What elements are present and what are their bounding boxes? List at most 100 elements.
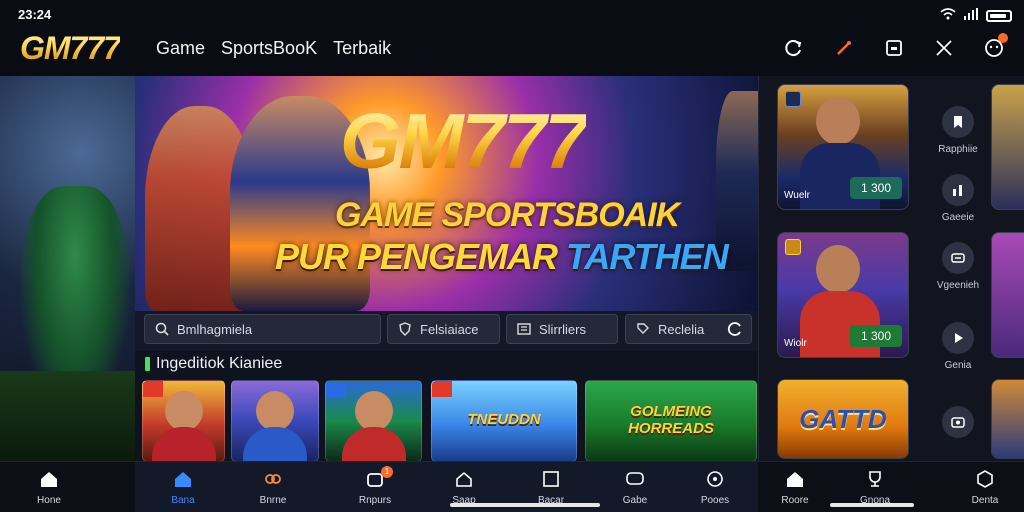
bottom-nav-rnpurs[interactable]: 1 Rnpurs <box>345 466 405 506</box>
quick-label: Rapphiie <box>938 144 978 155</box>
bottom-nav-bnrne[interactable]: Bnrne <box>243 468 303 506</box>
search-input[interactable]: Bmlhagmiela <box>144 314 381 344</box>
game-card-title: TNEUDDN <box>467 411 541 428</box>
hero-subtitle-1: GAME SPORTSBOAIK <box>335 196 680 234</box>
hero-banner[interactable]: GM777 GAME SPORTSBOAIK PUR PENGEMAR TART… <box>135 76 758 311</box>
filter-shield[interactable]: Felsiaiace <box>387 314 500 344</box>
game-card[interactable]: GOLMEING HORREADS <box>585 380 757 462</box>
player-body <box>151 427 216 461</box>
quick-label: Vgeenieh <box>936 280 980 291</box>
trophy-icon <box>864 468 886 490</box>
filter-bar: Bmlhagmiela Felsiaiace Slirrliers Reclel… <box>135 311 758 351</box>
bottom-nav-saap[interactable]: Saap <box>434 468 494 506</box>
pen-icon[interactable] <box>832 36 856 60</box>
square-icon <box>540 468 562 490</box>
featured-card[interactable]: Wuelr 1 300 <box>777 84 909 210</box>
notification-badge: 1 <box>381 466 393 478</box>
nav-link-terbaik[interactable]: Terbaik <box>333 38 391 59</box>
expand-icon[interactable] <box>932 36 956 60</box>
quick-action[interactable]: Genia <box>923 322 993 371</box>
bottom-nav-denta[interactable]: Denta <box>955 468 1015 506</box>
filter-recent[interactable]: Reclelia <box>625 314 752 344</box>
card-title: GATTD <box>799 404 887 434</box>
edge-card[interactable] <box>991 84 1024 210</box>
tag-icon <box>637 323 649 334</box>
hero-subtitle-2a: PUR PENGEMAR <box>275 236 558 277</box>
edge-card[interactable] <box>991 232 1024 358</box>
quick-action[interactable]: Gaeeie <box>923 174 993 223</box>
nav-link-sportsbook[interactable]: SportsBooK <box>221 38 317 59</box>
section-title-text: Ingeditiok Kianiee <box>156 355 283 372</box>
card-label: Wiolr <box>784 338 807 349</box>
chart-icon <box>942 174 974 206</box>
camera-icon <box>942 406 974 438</box>
bottom-nav-pooes[interactable]: Pooes <box>685 468 745 506</box>
game-card[interactable]: TNEUDDN <box>431 380 577 462</box>
section-title: Ingeditiok Kianiee <box>145 355 282 373</box>
wallet-icon[interactable] <box>882 36 906 60</box>
nav-link-game[interactable]: Game <box>156 38 205 59</box>
home-icon <box>784 468 806 490</box>
filter-recent-inner: Reclelia <box>636 322 704 337</box>
featured-card[interactable]: GATTD <box>777 379 909 459</box>
price-button[interactable]: 1 300 <box>850 177 902 199</box>
card-label: Wuelr <box>784 190 810 201</box>
game-section: Ingeditiok Kianiee TNEUDDN GOLMEING HORR… <box>135 351 758 466</box>
bottom-nav-label: Gabe <box>622 495 648 506</box>
player-face <box>816 97 860 145</box>
bottom-nav-label: Rnpurs <box>358 495 392 506</box>
player-body <box>341 427 406 461</box>
search-icon <box>155 322 169 336</box>
player-body <box>243 427 307 461</box>
profile-badge <box>998 33 1008 43</box>
edge-card[interactable] <box>991 379 1024 459</box>
ticket-icon <box>942 242 974 274</box>
hero-subtitle-2: PUR PENGEMAR TARTHEN <box>275 236 729 278</box>
shield-icon <box>399 322 411 336</box>
card-badge <box>785 91 801 107</box>
brand-logo[interactable]: GM777 <box>20 30 121 67</box>
filter-list[interactable]: Slirrliers <box>506 314 618 344</box>
gamepad-icon <box>262 468 284 490</box>
bottom-nav-bana[interactable]: Bana <box>153 468 213 506</box>
status-time: 23:24 <box>18 7 52 22</box>
hot-tag <box>432 381 452 397</box>
bottom-nav-label: Denta <box>971 495 999 506</box>
status-bar: 23:24 <box>0 0 1024 30</box>
quick-action[interactable]: Rapphiie <box>923 106 993 155</box>
game-card[interactable] <box>325 380 422 462</box>
quick-action[interactable] <box>923 406 993 444</box>
player-face <box>164 391 203 431</box>
bottom-nav-gabe[interactable]: Gabe <box>605 468 665 506</box>
home-icon <box>172 468 194 490</box>
wifi-icon <box>940 8 956 23</box>
filter-label: Slirrliers <box>539 321 586 337</box>
game-card[interactable] <box>142 380 225 462</box>
box-icon <box>974 468 996 490</box>
bottom-nav-gnona[interactable]: Gnona <box>845 468 905 506</box>
signal-icon <box>964 8 978 23</box>
filter-label: Reclelia <box>658 321 705 337</box>
game-card[interactable] <box>231 380 319 462</box>
quick-action[interactable]: Vgeenieh <box>923 242 993 291</box>
left-backdrop <box>0 76 135 461</box>
stadium-turf <box>0 371 135 461</box>
bottom-nav-label: Bnrne <box>259 495 287 506</box>
player-face <box>354 391 393 431</box>
refresh-icon[interactable] <box>727 321 743 337</box>
game-card-title: GOLMEING HORREADS <box>628 403 714 437</box>
refresh-icon[interactable] <box>782 36 806 60</box>
home-indicator <box>450 503 600 507</box>
bottom-nav-bacar[interactable]: Bacar <box>521 468 581 506</box>
battery-icon <box>986 9 1012 22</box>
nav-actions <box>782 33 1008 60</box>
profile-icon[interactable] <box>982 33 1008 60</box>
featured-card[interactable]: Wiolr 1 300 <box>777 232 909 358</box>
nav-links: Game SportsBooK Terbaik <box>156 38 391 59</box>
quick-label: Genia <box>944 360 972 371</box>
bottom-nav-roore[interactable]: Roore <box>765 468 825 506</box>
search-placeholder: Bmlhagmiela <box>177 321 253 337</box>
price-button[interactable]: 1 300 <box>850 325 902 347</box>
bottom-nav-home[interactable]: Hone <box>19 468 79 506</box>
new-tag <box>326 381 346 397</box>
